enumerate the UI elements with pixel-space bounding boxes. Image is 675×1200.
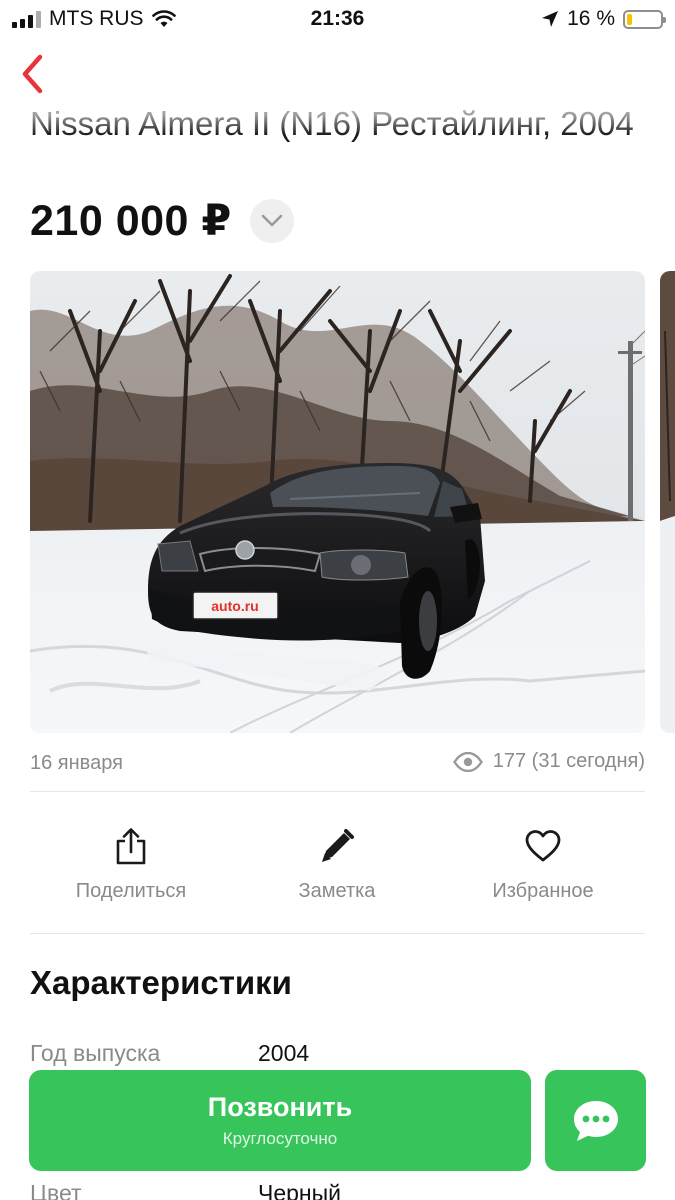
divider: [30, 791, 645, 792]
back-arrow-icon: [22, 54, 43, 94]
next-photo-image: [660, 271, 675, 733]
spec-label: Цвет: [30, 1180, 82, 1200]
spec-value: 2004: [258, 1040, 310, 1066]
characteristics-title: Характеристики: [30, 964, 292, 1001]
divider: [30, 933, 645, 934]
share-label: Поделиться: [75, 880, 187, 902]
battery-percent: 16 %: [567, 7, 615, 30]
car-photo[interactable]: auto.ru: [30, 271, 645, 733]
chevron-down-icon: [261, 214, 283, 227]
status-bar: MTS RUS 21:36 16 %: [0, 0, 675, 40]
call-label: Позвонить: [207, 1092, 353, 1122]
heart-icon: [525, 830, 561, 862]
eye-icon: [452, 751, 483, 772]
share-icon: [116, 828, 146, 865]
pencil-icon: [322, 829, 354, 862]
chat-bubble-icon: [573, 1100, 618, 1141]
note-label: Заметка: [298, 880, 376, 902]
note-button[interactable]: Заметка: [237, 810, 437, 920]
action-bar: Поделиться Заметка Избранное: [0, 810, 675, 920]
location-arrow-icon: [542, 11, 559, 27]
car-photo-image: auto.ru: [30, 271, 645, 733]
back-button[interactable]: [12, 52, 52, 96]
nav-header: [0, 40, 675, 135]
favorite-button[interactable]: Избранное: [443, 810, 643, 920]
status-right: 16 %: [541, 7, 666, 31]
price-row: 210 000 ₽: [30, 196, 294, 246]
call-button[interactable]: Позвонить Круглосуточно: [29, 1070, 531, 1171]
views-counter: 177 (31 сегодня): [452, 750, 645, 773]
share-button[interactable]: Поделиться: [31, 810, 231, 920]
battery-icon: [623, 9, 666, 29]
chat-button[interactable]: [545, 1070, 646, 1171]
favorite-label: Избранное: [492, 880, 594, 902]
listing-price: 210 000 ₽: [30, 197, 232, 245]
battery-level: [627, 13, 633, 25]
listing-date: 16 января: [30, 752, 123, 774]
plate-text: auto.ru: [211, 598, 258, 614]
listing-meta: 16 января 177 (31 сегодня): [30, 750, 645, 778]
call-sublabel: Круглосуточно: [222, 1129, 338, 1148]
views-text: 177 (31 сегодня): [492, 750, 645, 772]
spec-label: Год выпуска: [30, 1040, 161, 1066]
spec-value: Черный: [258, 1180, 341, 1200]
next-photo-preview[interactable]: [660, 271, 675, 733]
price-history-toggle[interactable]: [249, 199, 294, 243]
